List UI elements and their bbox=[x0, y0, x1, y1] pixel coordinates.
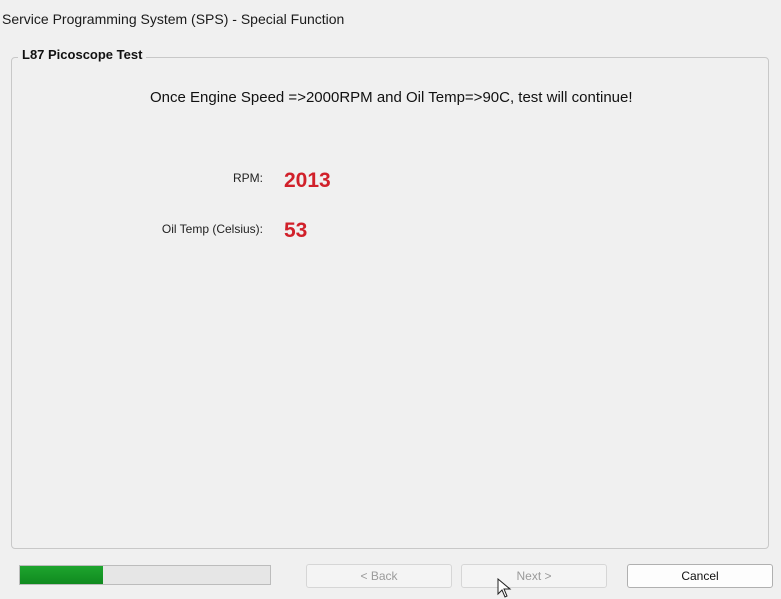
instruction-text: Once Engine Speed =>2000RPM and Oil Temp… bbox=[150, 89, 633, 106]
rpm-value: 2013 bbox=[284, 169, 331, 192]
window-title: Service Programming System (SPS) - Speci… bbox=[0, 0, 781, 36]
rpm-label: RPM: bbox=[233, 171, 263, 185]
back-button[interactable]: < Back bbox=[306, 564, 452, 588]
sps-window: Service Programming System (SPS) - Speci… bbox=[0, 0, 781, 599]
oil-temp-label: Oil Temp (Celsius): bbox=[161, 222, 263, 236]
progress-bar-fill bbox=[20, 566, 103, 584]
test-groupbox bbox=[11, 57, 769, 549]
progress-bar bbox=[19, 565, 271, 585]
next-button[interactable]: Next > bbox=[461, 564, 607, 588]
group-title: L87 Picoscope Test bbox=[18, 47, 147, 62]
oil-temp-value: 53 bbox=[284, 219, 308, 242]
cancel-button[interactable]: Cancel bbox=[627, 564, 773, 588]
mouse-pointer-icon bbox=[497, 578, 512, 598]
